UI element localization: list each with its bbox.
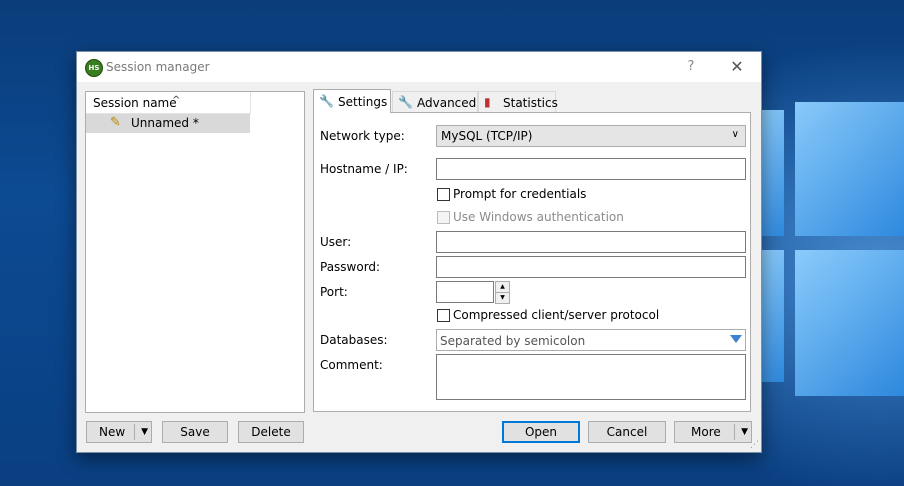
dropdown-arrow-icon[interactable]: ▼ [741, 422, 748, 442]
session-manager-window: HS Session manager ? ✕ Session name ^ ✎ … [76, 51, 762, 453]
user-input[interactable] [436, 231, 746, 253]
open-button[interactable]: Open [502, 421, 580, 443]
dropdown-triangle-icon[interactable] [730, 335, 742, 343]
prompt-credentials-checkbox[interactable] [437, 188, 450, 201]
network-type-select[interactable]: MySQL (TCP/IP) ∨ [436, 125, 746, 147]
compressed-protocol-label[interactable]: Compressed client/server protocol [453, 308, 659, 322]
settings-panel: Network type: MySQL (TCP/IP) ∨ Hostname … [313, 112, 751, 412]
new-button-label: New [99, 425, 126, 439]
prompt-credentials-label[interactable]: Prompt for credentials [453, 187, 586, 201]
wrench-icon: 🔧 [319, 94, 334, 108]
password-input[interactable] [436, 256, 746, 278]
resize-grip-icon[interactable]: ⋰ [750, 440, 759, 450]
wrench-orange-icon: 🔧 [398, 95, 413, 109]
tab-advanced[interactable]: 🔧 Advanced [392, 91, 478, 112]
tab-statistics-label: Statistics [503, 96, 558, 110]
tab-settings-label: Settings [338, 95, 388, 109]
more-button[interactable]: More ▼ [674, 421, 752, 443]
dropdown-arrow-icon[interactable]: ▼ [141, 422, 148, 442]
windows-auth-label: Use Windows authentication [453, 210, 624, 224]
chevron-down-icon: ∨ [731, 129, 739, 140]
new-button[interactable]: New ▼ [86, 421, 152, 443]
more-button-label: More [691, 425, 721, 439]
port-input[interactable] [436, 281, 494, 303]
heidisql-app-icon: HS [85, 59, 103, 77]
save-button[interactable]: Save [162, 421, 228, 443]
databases-combobox[interactable]: Separated by semicolon [436, 329, 746, 351]
title-bar[interactable]: HS Session manager ? ✕ [77, 52, 761, 82]
hostname-input[interactable] [436, 158, 746, 180]
wallpaper-logo-pane [795, 102, 904, 236]
wallpaper-logo-pane [795, 250, 904, 396]
window-title: Session manager [106, 60, 210, 74]
tab-settings[interactable]: 🔧 Settings [313, 89, 391, 113]
comment-label: Comment: [320, 358, 383, 372]
sort-ascending-icon: ^ [172, 95, 181, 106]
password-label: Password: [320, 260, 381, 274]
port-decrement-button[interactable]: ▼ [495, 292, 510, 304]
wallpaper-logo-pane [760, 250, 784, 382]
wallpaper-logo-pane [760, 110, 784, 236]
windows-auth-checkbox [437, 211, 450, 224]
column-header-label: Session name [93, 96, 177, 110]
session-row-label: Unnamed * [131, 116, 199, 130]
compressed-protocol-checkbox[interactable] [437, 309, 450, 322]
split-separator [734, 424, 735, 440]
session-name-column-header[interactable]: Session name ^ [86, 92, 251, 114]
port-stepper[interactable]: ▲ ▼ [495, 281, 510, 304]
split-separator [134, 424, 135, 440]
session-row-unnamed[interactable]: ✎ Unnamed * [86, 114, 250, 133]
bar-chart-icon: ▮ [484, 95, 491, 109]
session-tree[interactable]: Session name ^ ✎ Unnamed * [85, 91, 305, 413]
help-button[interactable]: ? [681, 57, 701, 77]
close-button[interactable]: ✕ [727, 57, 747, 77]
session-pencil-icon: ✎ [110, 115, 121, 130]
hostname-label: Hostname / IP: [320, 162, 408, 176]
tab-statistics[interactable]: ▮ Statistics [478, 91, 558, 112]
databases-placeholder: Separated by semicolon [440, 334, 586, 348]
network-type-label: Network type: [320, 129, 405, 143]
databases-label: Databases: [320, 333, 388, 347]
cancel-button[interactable]: Cancel [588, 421, 666, 443]
comment-textarea[interactable] [436, 354, 746, 400]
network-type-value: MySQL (TCP/IP) [441, 129, 533, 143]
user-label: User: [320, 235, 352, 249]
delete-button[interactable]: Delete [238, 421, 304, 443]
port-label: Port: [320, 285, 348, 299]
tab-advanced-label: Advanced [417, 96, 477, 110]
